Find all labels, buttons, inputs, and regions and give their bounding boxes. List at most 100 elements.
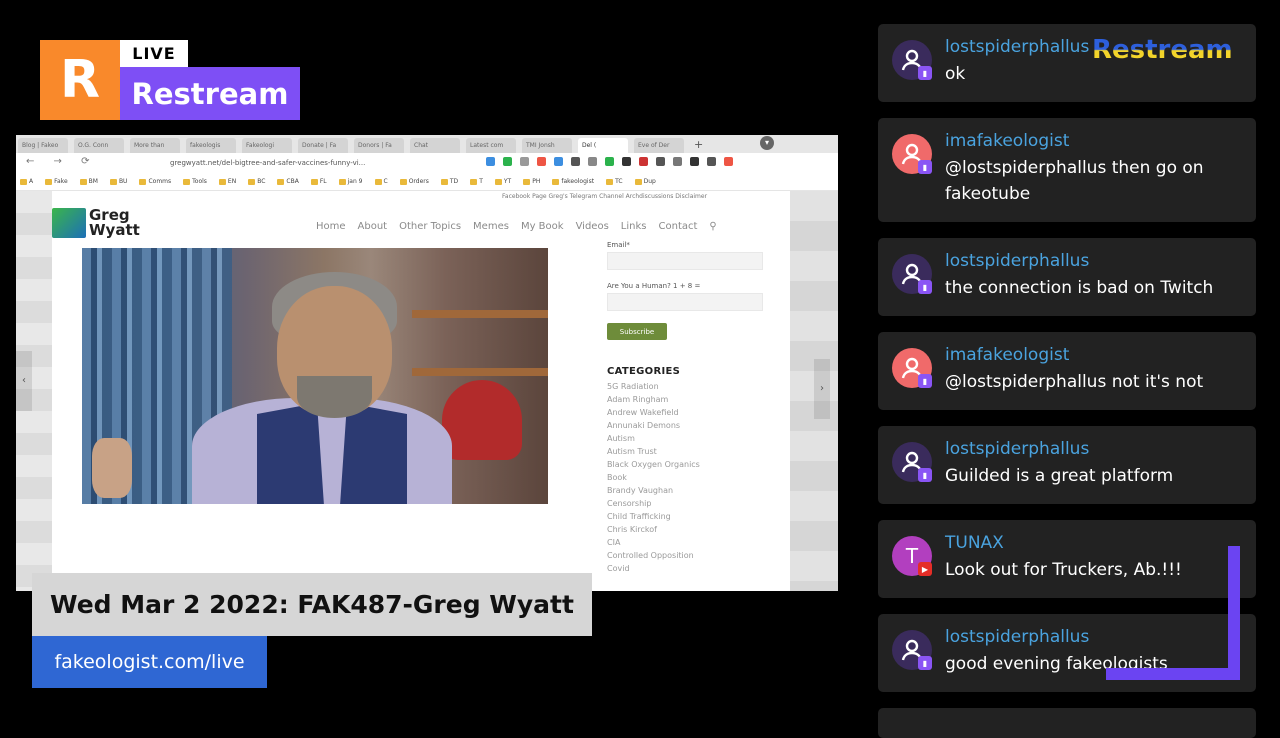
extension-icon[interactable]	[486, 157, 495, 166]
site-nav-links[interactable]: Links	[621, 221, 647, 232]
category-link[interactable]: 5G Radiation	[607, 380, 777, 393]
browser-tab[interactable]: Donors | Fa	[354, 138, 404, 153]
extension-icon[interactable]	[588, 157, 597, 166]
bookmark-item[interactable]: YT	[495, 178, 511, 185]
bookmark-item[interactable]: Tools	[183, 178, 207, 185]
chat-message-text: the connection is bad on Twitch	[945, 278, 1214, 298]
bookmark-item[interactable]: fakeologist	[552, 178, 594, 185]
browser-tab[interactable]: Eve of Der	[634, 138, 684, 153]
url-field[interactable]: gregwyatt.net/del-bigtree-and-safer-vacc…	[166, 156, 420, 170]
episode-title-bar: Wed Mar 2 2022: FAK487-Greg Wyatt	[32, 573, 592, 636]
site-nav-memes[interactable]: Memes	[473, 221, 509, 232]
search-icon[interactable]: ⚲	[709, 221, 716, 232]
category-link[interactable]: Child Trafficking	[607, 510, 777, 523]
category-link[interactable]: Controlled Opposition	[607, 549, 777, 562]
bookmark-item[interactable]: FL	[311, 178, 327, 185]
site-nav-my-book[interactable]: My Book	[521, 221, 564, 232]
site-top-links[interactable]: Facebook Page Greg's Telegram Channel Ar…	[502, 193, 707, 200]
extension-icon[interactable]	[673, 157, 682, 166]
twitch-icon: ▮	[918, 280, 932, 294]
bookmark-item[interactable]: A	[20, 178, 33, 185]
browser-tab[interactable]: Donate | Fa	[298, 138, 348, 153]
extension-icon[interactable]	[724, 157, 733, 166]
browser-tab[interactable]: TMI Jonsh	[522, 138, 572, 153]
bookmark-item[interactable]: BM	[80, 178, 98, 185]
extension-icon[interactable]	[605, 157, 614, 166]
site-nav: Home About Other Topics Memes My Book Videos L…	[316, 221, 717, 232]
bookmark-item[interactable]: Comms	[139, 178, 171, 185]
category-link[interactable]: Annunaki Demons	[607, 419, 777, 432]
site-nav-home[interactable]: Home	[316, 221, 346, 232]
site-nav-contact[interactable]: Contact	[659, 221, 698, 232]
bookmark-item[interactable]: CBA	[277, 178, 298, 185]
site-logo[interactable]: Greg Wyatt	[52, 205, 152, 241]
chat-message: ▮ imafakeologist @lostspiderphallus then g…	[878, 118, 1256, 222]
restream-logo-text: Restream	[120, 67, 300, 120]
chat-message: ▮ lostspiderphallus good evening fakeologi…	[878, 614, 1256, 692]
extension-icon[interactable]	[571, 157, 580, 166]
browser-tab[interactable]: Latest com	[466, 138, 516, 153]
category-link[interactable]: Chris Kirckof	[607, 523, 777, 536]
browser-tab[interactable]: Blog | Fakeo	[18, 138, 68, 153]
extension-icon[interactable]	[622, 157, 631, 166]
category-link[interactable]: Andrew Wakefield	[607, 406, 777, 419]
bookmark-item[interactable]: T	[470, 178, 483, 185]
bookmark-item[interactable]: BU	[110, 178, 128, 185]
category-link[interactable]: Autism Trust	[607, 445, 777, 458]
browser-tab[interactable]: Fakeologi	[242, 138, 292, 153]
frame-corner-decoration	[1106, 668, 1240, 680]
bookmark-item[interactable]: Orders	[400, 178, 429, 185]
bookmark-item[interactable]: TD	[441, 178, 458, 185]
category-link[interactable]: Black Oxygen Organics	[607, 458, 777, 471]
browser-tab[interactable]: O.G. Conn	[74, 138, 124, 153]
email-field[interactable]	[607, 252, 763, 270]
category-link[interactable]: CIA	[607, 536, 777, 549]
subscribe-button[interactable]: Subscribe	[607, 323, 667, 340]
browser-tab[interactable]: fakeologis	[186, 138, 236, 153]
site-nav-videos[interactable]: Videos	[576, 221, 609, 232]
bookmark-item[interactable]: C	[375, 178, 388, 185]
category-link[interactable]: Covid	[607, 562, 777, 575]
nav-buttons[interactable]: ← → ⟳	[26, 156, 98, 167]
site-nav-other-topics[interactable]: Other Topics	[399, 221, 461, 232]
bookmark-item[interactable]: Fake	[45, 178, 68, 185]
video-person-hand	[92, 438, 132, 498]
address-bar: ← → ⟳ gregwyatt.net/del-bigtree-and-safe…	[16, 153, 838, 174]
chevron-right-icon[interactable]: ›	[814, 359, 830, 419]
browser-tab[interactable]: Chat	[410, 138, 460, 153]
avatar-letter: T	[905, 544, 919, 568]
extension-icon[interactable]	[707, 157, 716, 166]
video-player[interactable]	[82, 248, 548, 504]
chevron-left-icon[interactable]: ‹	[16, 351, 32, 411]
tab-search-icon[interactable]: ▾	[760, 136, 774, 150]
category-link[interactable]: Censorship	[607, 497, 777, 510]
category-link[interactable]: Autism	[607, 432, 777, 445]
extension-icons	[486, 157, 836, 169]
bookmark-item[interactable]: PH	[523, 178, 540, 185]
extension-icon[interactable]	[520, 157, 529, 166]
extension-icon[interactable]	[639, 157, 648, 166]
chat-username: imafakeologist	[945, 131, 1070, 151]
extension-icon[interactable]	[554, 157, 563, 166]
category-link[interactable]: Book	[607, 471, 777, 484]
email-label: Email*	[607, 241, 630, 249]
restream-logo-mark: R	[40, 40, 120, 120]
new-tab-icon[interactable]: +	[694, 139, 706, 151]
site-nav-about[interactable]: About	[358, 221, 388, 232]
extension-icon[interactable]	[537, 157, 546, 166]
captcha-field[interactable]	[607, 293, 763, 311]
bookmark-item[interactable]: BC	[248, 178, 265, 185]
twitch-icon: ▮	[918, 374, 932, 388]
category-link[interactable]: Brandy Vaughan	[607, 484, 777, 497]
extension-icon[interactable]	[656, 157, 665, 166]
bookmark-item[interactable]: EN	[219, 178, 236, 185]
category-link[interactable]: Adam Ringham	[607, 393, 777, 406]
youtube-icon: ▶	[918, 562, 932, 576]
bookmark-item[interactable]: Dup	[635, 178, 656, 185]
browser-tab[interactable]: Del (	[578, 138, 628, 153]
bookmark-item[interactable]: jan 9	[339, 178, 363, 185]
browser-tab[interactable]: More than	[130, 138, 180, 153]
bookmark-item[interactable]: TC	[606, 178, 623, 185]
extension-icon[interactable]	[503, 157, 512, 166]
extension-icon[interactable]	[690, 157, 699, 166]
